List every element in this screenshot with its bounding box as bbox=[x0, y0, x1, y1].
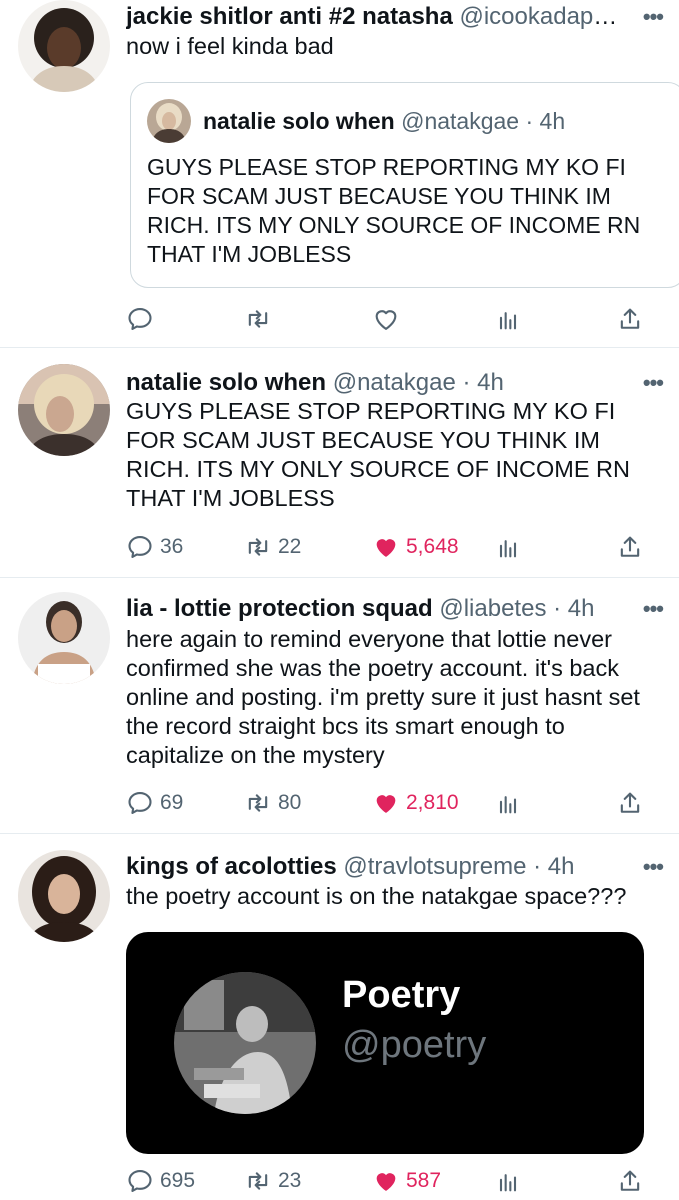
retweet-button[interactable]: 23 bbox=[244, 1164, 301, 1198]
share-button[interactable] bbox=[616, 530, 644, 564]
tweet-header: jackie shitlor anti #2 natasha @icookada… bbox=[126, 2, 619, 32]
retweet-icon bbox=[244, 789, 272, 817]
like-icon bbox=[372, 1167, 400, 1195]
more-icon[interactable]: ••• bbox=[643, 4, 664, 30]
tweet[interactable]: natalie solo when @natakgae · 4h ••• GUY… bbox=[0, 348, 679, 578]
reply-icon bbox=[126, 533, 154, 561]
display-name[interactable]: jackie shitlor anti #2 natasha bbox=[126, 3, 453, 30]
timestamp[interactable]: · 4h bbox=[533, 853, 574, 880]
retweet-count: 22 bbox=[278, 535, 302, 558]
reply-button[interactable]: 36 bbox=[126, 530, 183, 564]
like-button[interactable]: 587 bbox=[372, 1164, 441, 1198]
quoted-tweet[interactable]: natalie solo when @natakgae · 4h GUYS PL… bbox=[130, 82, 679, 288]
retweet-icon bbox=[244, 305, 272, 333]
analytics-icon bbox=[494, 533, 522, 561]
more-icon[interactable]: ••• bbox=[643, 854, 664, 880]
tweet-text: GUYS PLEASE STOP REPORTING MY KO FI FOR … bbox=[126, 398, 630, 511]
handle: @natakgae bbox=[401, 108, 520, 134]
tweet-actions bbox=[126, 302, 643, 336]
handle[interactable]: @natakgae bbox=[333, 369, 456, 396]
retweet-count: 80 bbox=[278, 791, 302, 814]
analytics-button[interactable] bbox=[494, 302, 522, 336]
tweet-text: here again to remind everyone that lotti… bbox=[126, 626, 640, 768]
reply-icon bbox=[126, 305, 154, 333]
share-button[interactable] bbox=[616, 302, 644, 336]
avatar[interactable] bbox=[18, 0, 110, 92]
reply-button[interactable]: 695 bbox=[126, 1164, 195, 1198]
handle[interactable]: @liabetes bbox=[439, 595, 546, 622]
analytics-button[interactable] bbox=[494, 786, 522, 820]
like-count: 587 bbox=[406, 1169, 442, 1192]
display-name[interactable]: lia - lottie protection squad bbox=[126, 595, 433, 622]
share-icon bbox=[616, 789, 644, 817]
share-button[interactable] bbox=[616, 786, 644, 820]
like-icon bbox=[372, 305, 400, 333]
analytics-button[interactable] bbox=[494, 1164, 522, 1198]
media-avatar bbox=[174, 972, 316, 1114]
tweet-actions: 69 80 2,810 bbox=[126, 786, 643, 820]
retweet-button[interactable] bbox=[244, 302, 272, 336]
display-name: natalie solo when bbox=[203, 108, 395, 134]
media-profile-handle: @poetry bbox=[342, 1024, 487, 1066]
analytics-button[interactable] bbox=[494, 530, 522, 564]
avatar[interactable] bbox=[18, 364, 110, 456]
display-name[interactable]: kings of acolotties bbox=[126, 853, 337, 880]
analytics-icon bbox=[494, 305, 522, 333]
tweet-text: now i feel kinda bad bbox=[126, 33, 334, 59]
like-icon bbox=[372, 789, 400, 817]
share-icon bbox=[616, 1167, 644, 1195]
retweet-button[interactable]: 80 bbox=[244, 786, 301, 820]
tweet-header: kings of acolotties @travlotsupreme · 4h bbox=[126, 852, 619, 882]
tweet-actions: 695 23 587 bbox=[126, 1164, 643, 1198]
analytics-icon bbox=[494, 1167, 522, 1195]
retweet-icon bbox=[244, 1167, 272, 1195]
tweet-header: lia - lottie protection squad @liabetes … bbox=[126, 594, 619, 624]
like-button[interactable]: 2,810 bbox=[372, 786, 459, 820]
reply-button[interactable]: 69 bbox=[126, 786, 183, 820]
reply-icon bbox=[126, 1167, 154, 1195]
timestamp[interactable]: · 4h bbox=[553, 595, 594, 622]
analytics-icon bbox=[494, 789, 522, 817]
share-icon bbox=[616, 305, 644, 333]
like-button[interactable]: 5,648 bbox=[372, 530, 459, 564]
avatar bbox=[147, 99, 191, 143]
retweet-count: 23 bbox=[278, 1169, 302, 1192]
handle[interactable]: @icookadapi… bbox=[459, 3, 619, 30]
more-icon[interactable]: ••• bbox=[643, 370, 664, 396]
handle[interactable]: @travlotsupreme bbox=[343, 853, 526, 880]
media-profile-name: Poetry bbox=[342, 974, 461, 1016]
retweet-button[interactable]: 22 bbox=[244, 530, 301, 564]
avatar[interactable] bbox=[18, 592, 110, 684]
like-count: 2,810 bbox=[406, 791, 459, 814]
reply-count: 695 bbox=[160, 1169, 196, 1192]
reply-icon bbox=[126, 789, 154, 817]
like-button[interactable] bbox=[372, 302, 400, 336]
like-icon bbox=[372, 533, 400, 561]
tweet[interactable]: jackie shitlor anti #2 natasha @icookada… bbox=[0, 0, 679, 348]
avatar[interactable] bbox=[18, 850, 110, 942]
more-icon[interactable]: ••• bbox=[643, 596, 664, 622]
like-count: 5,648 bbox=[406, 535, 459, 558]
quoted-tweet-text: GUYS PLEASE STOP REPORTING MY KO FI FOR … bbox=[147, 154, 641, 267]
tweet-actions: 36 22 5,648 bbox=[126, 530, 643, 564]
display-name[interactable]: natalie solo when bbox=[126, 369, 326, 396]
reply-button[interactable] bbox=[126, 302, 154, 336]
tweet-header: natalie solo when @natakgae · 4h bbox=[126, 368, 619, 398]
tweet-text: the poetry account is on the natakgae sp… bbox=[126, 883, 627, 909]
timestamp[interactable]: · 4h bbox=[463, 369, 504, 396]
retweet-icon bbox=[244, 533, 272, 561]
quoted-tweet-header: natalie solo when @natakgae · 4h bbox=[203, 107, 565, 135]
share-button[interactable] bbox=[616, 1164, 644, 1198]
timestamp: · 4h bbox=[525, 108, 566, 134]
media-image[interactable]: Poetry @poetry bbox=[126, 932, 644, 1154]
tweet[interactable]: lia - lottie protection squad @liabetes … bbox=[0, 578, 679, 834]
share-icon bbox=[616, 533, 644, 561]
reply-count: 36 bbox=[160, 535, 184, 558]
reply-count: 69 bbox=[160, 791, 184, 814]
